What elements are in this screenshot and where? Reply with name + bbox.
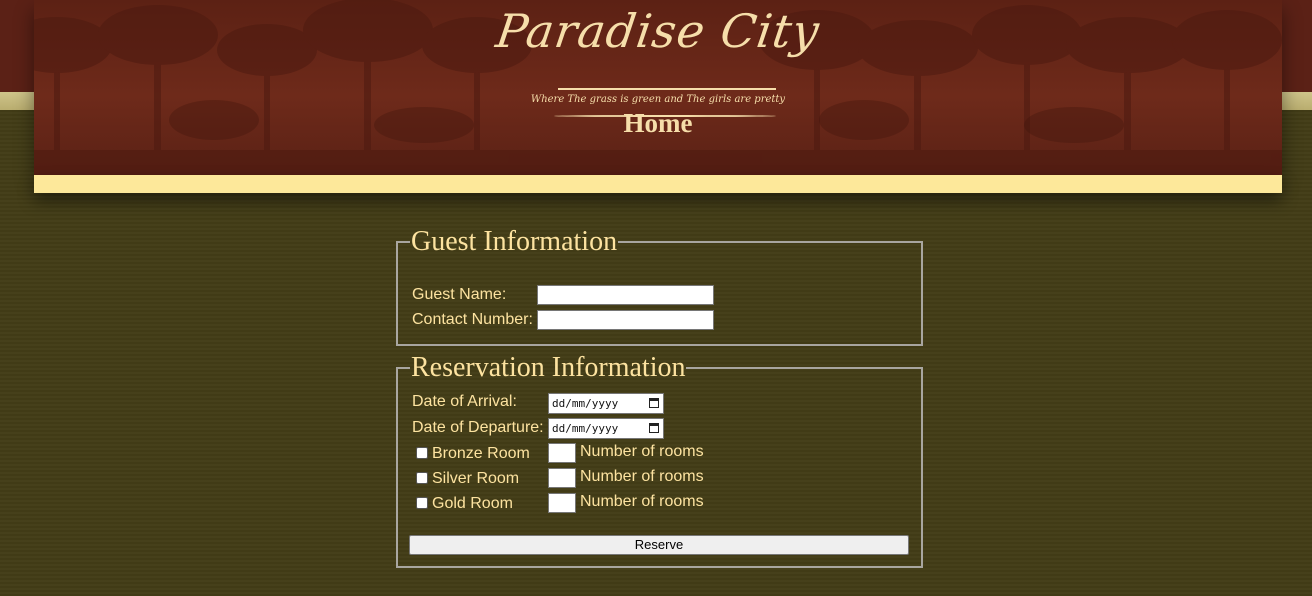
silver-room-count-input[interactable] [548,468,576,488]
arrival-date-placeholder: dd/mm/yyyy [552,397,619,410]
guest-information-legend: Guest Information [411,226,618,257]
calendar-icon[interactable] [649,423,659,433]
logo-underline [558,88,776,90]
departure-date-input[interactable]: dd/mm/yyyy [548,418,664,439]
page: Paradise City Where The grass is green a… [0,0,1312,596]
gold-room-count-label: Number of rooms [580,493,704,510]
silver-room-label[interactable]: Silver Room [432,470,519,488]
guest-name-label: Guest Name: [412,286,507,303]
header-accent-strip [34,175,1282,193]
site-logo[interactable]: Paradise City [34,4,1282,58]
arrival-date-input[interactable]: dd/mm/yyyy [548,393,664,414]
contact-number-input[interactable] [537,310,714,330]
contact-number-label: Contact Number: [412,311,533,328]
bronze-room-label[interactable]: Bronze Room [432,445,530,463]
reserve-button[interactable]: Reserve [409,535,909,555]
silver-room-count-label: Number of rooms [580,468,704,485]
bronze-room-count-input[interactable] [548,443,576,463]
gold-room-count-input[interactable] [548,493,576,513]
site-tagline: Where The grass is green and The girls a… [530,94,786,105]
bronze-room-count-label: Number of rooms [580,443,704,460]
page-title: Home [623,108,693,138]
gold-room-label[interactable]: Gold Room [432,495,513,513]
guest-name-input[interactable] [537,285,714,305]
departure-date-placeholder: dd/mm/yyyy [552,422,619,435]
silver-room-checkbox[interactable] [416,472,428,484]
calendar-icon[interactable] [649,398,659,408]
departure-date-label: Date of Departure: [412,419,544,436]
reservation-information-legend: Reservation Information [411,352,686,383]
arrival-date-label: Date of Arrival: [412,393,517,410]
gold-room-checkbox[interactable] [416,497,428,509]
bronze-room-checkbox[interactable] [416,447,428,459]
site-header: Paradise City Where The grass is green a… [34,0,1282,175]
